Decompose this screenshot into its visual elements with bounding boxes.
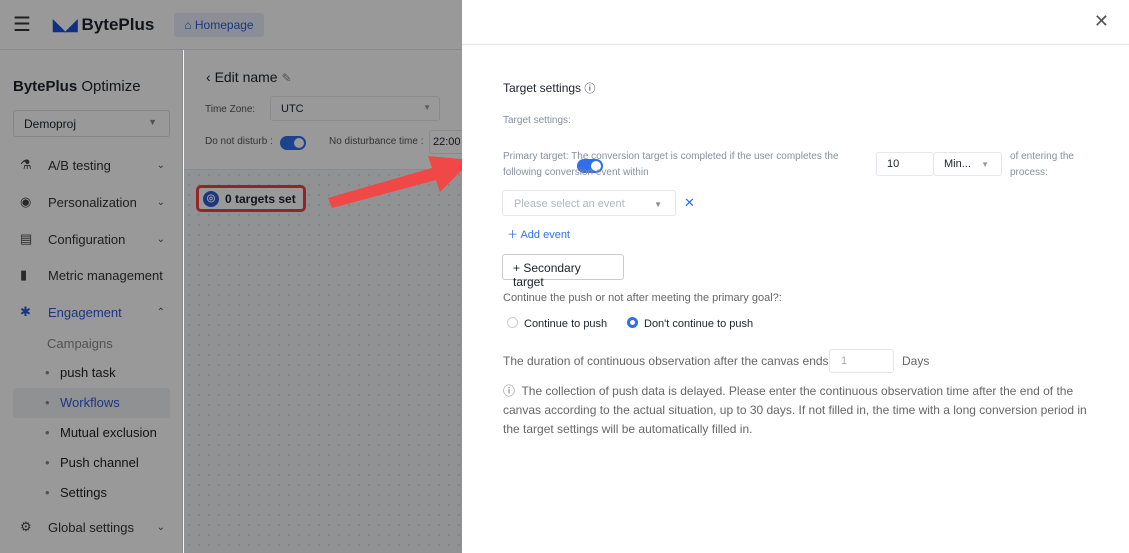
duration-unit-select[interactable]: Min... ▼ bbox=[933, 152, 1002, 176]
sidebar-sub-workflows[interactable]: Workflows bbox=[45, 395, 120, 410]
help-icon[interactable]: ⓘ bbox=[584, 83, 595, 95]
chevron-down-icon: ⌄ bbox=[156, 233, 165, 245]
sidebar-item-engagement[interactable]: ✱ Engagement ⌃ bbox=[20, 304, 165, 320]
duration-amount-input[interactable]: 10 bbox=[876, 152, 934, 176]
sidebar-item-ab-testing[interactable]: ⚗ A/B testing ⌄ bbox=[20, 157, 165, 173]
continue-question: Continue the push or not after meeting t… bbox=[503, 292, 782, 304]
continue-radio[interactable]: Continue to push bbox=[507, 317, 607, 330]
remove-event-icon[interactable]: ✕ bbox=[684, 195, 695, 211]
sidebar-item-personalization[interactable]: ◉ Personalization ⌄ bbox=[20, 194, 165, 210]
after-text: of entering the process: bbox=[1010, 151, 1074, 178]
target-toggle-label: Target settings: bbox=[503, 115, 571, 126]
caret-down-icon: ▼ bbox=[148, 117, 157, 127]
sidebar-item-metric-management[interactable]: ▮ Metric management bbox=[20, 267, 165, 283]
days-label: Days bbox=[902, 354, 930, 368]
drawer-title: Target settings ⓘ bbox=[503, 81, 596, 95]
sidebar-sub-mutual-exclusion[interactable]: Mutual exclusion bbox=[45, 425, 157, 440]
sidebar: BytePlus Optimize Demoproj ▼ ⚗ A/B testing… bbox=[0, 50, 183, 553]
puzzle-icon: ✱ bbox=[20, 304, 31, 319]
sidebar-sub-push-channel[interactable]: Push channel bbox=[45, 455, 139, 470]
chevron-down-icon: ⌄ bbox=[156, 196, 165, 208]
info-icon: ⓘ bbox=[503, 384, 516, 398]
byteplus-logo-icon: ◣◢ bbox=[52, 16, 78, 34]
brand-name: BytePlus bbox=[81, 14, 155, 34]
flask-icon: ⚗ bbox=[20, 157, 32, 172]
pencil-icon[interactable]: ✎ bbox=[282, 71, 292, 85]
annotation-arrow bbox=[328, 156, 472, 208]
add-event-button[interactable]: ＋ Add event bbox=[507, 226, 570, 242]
targets-set-button[interactable]: ◎ 0 targets set bbox=[196, 185, 306, 212]
server-icon: ▤ bbox=[20, 231, 33, 246]
sidebar-item-global-settings[interactable]: ⚙ Global settings ⌄ bbox=[20, 519, 165, 535]
logo[interactable]: ◣◢ BytePlus bbox=[53, 15, 154, 35]
timezone-select[interactable]: UTC ▼ bbox=[270, 96, 440, 121]
duration-label: The duration of continuous observation a… bbox=[503, 354, 832, 368]
dnd-label: Do not disturb : bbox=[205, 136, 273, 147]
bar-chart-icon: ▮ bbox=[20, 267, 28, 282]
radio-on bbox=[627, 317, 638, 328]
event-select[interactable]: Please select an event ▼ bbox=[502, 190, 676, 216]
caret-down-icon: ▼ bbox=[423, 103, 431, 112]
chevron-up-icon: ⌃ bbox=[156, 306, 165, 318]
top-bar: ☰ ◣◢ BytePlus ⌂ Homepage bbox=[0, 0, 462, 50]
target-icon: ◎ bbox=[203, 190, 219, 207]
primary-target-text: Primary target: The conversion target is… bbox=[503, 151, 839, 178]
gear-icon: ⚙ bbox=[20, 519, 32, 534]
edit-name[interactable]: ‹ Edit name ✎ bbox=[206, 69, 292, 85]
timezone-label: Time Zone: bbox=[205, 104, 256, 115]
group-label: Campaigns bbox=[47, 336, 113, 351]
dont-continue-radio[interactable]: Don't continue to push bbox=[627, 317, 753, 330]
delay-note: ⓘ The collection of push data is delayed… bbox=[503, 384, 1087, 436]
homepage-label: Homepage bbox=[194, 17, 254, 32]
sidebar-item-configuration[interactable]: ▤ Configuration ⌄ bbox=[20, 231, 165, 247]
close-icon[interactable]: ✕ bbox=[1094, 11, 1109, 32]
chevron-down-icon: ⌄ bbox=[156, 159, 165, 171]
chevron-down-icon: ⌄ bbox=[156, 521, 165, 533]
homepage-button[interactable]: ⌂ Homepage bbox=[174, 12, 264, 37]
product-name: BytePlus Optimize bbox=[13, 78, 141, 95]
dnd-toggle[interactable] bbox=[280, 136, 306, 150]
sidebar-sub-settings[interactable]: Settings bbox=[45, 485, 107, 500]
canvas[interactable]: ‹ Edit name ✎ Time Zone: UTC ▼ Do not dis… bbox=[184, 50, 462, 553]
project-select[interactable]: Demoproj ▼ bbox=[13, 110, 170, 137]
caret-down-icon: ▼ bbox=[981, 160, 989, 169]
target-settings-drawer: ✕ Target settings ⓘ Target settings: Pri… bbox=[462, 0, 1129, 553]
radio-off bbox=[507, 317, 518, 328]
observation-days-input[interactable]: 1 bbox=[829, 349, 894, 373]
caret-down-icon: ▼ bbox=[654, 200, 662, 209]
sidebar-sub-push-task[interactable]: push task bbox=[45, 365, 116, 380]
secondary-target-button[interactable]: + Secondary target bbox=[502, 254, 624, 289]
menu-icon[interactable]: ☰ bbox=[13, 12, 31, 37]
target-icon: ◉ bbox=[20, 194, 32, 209]
